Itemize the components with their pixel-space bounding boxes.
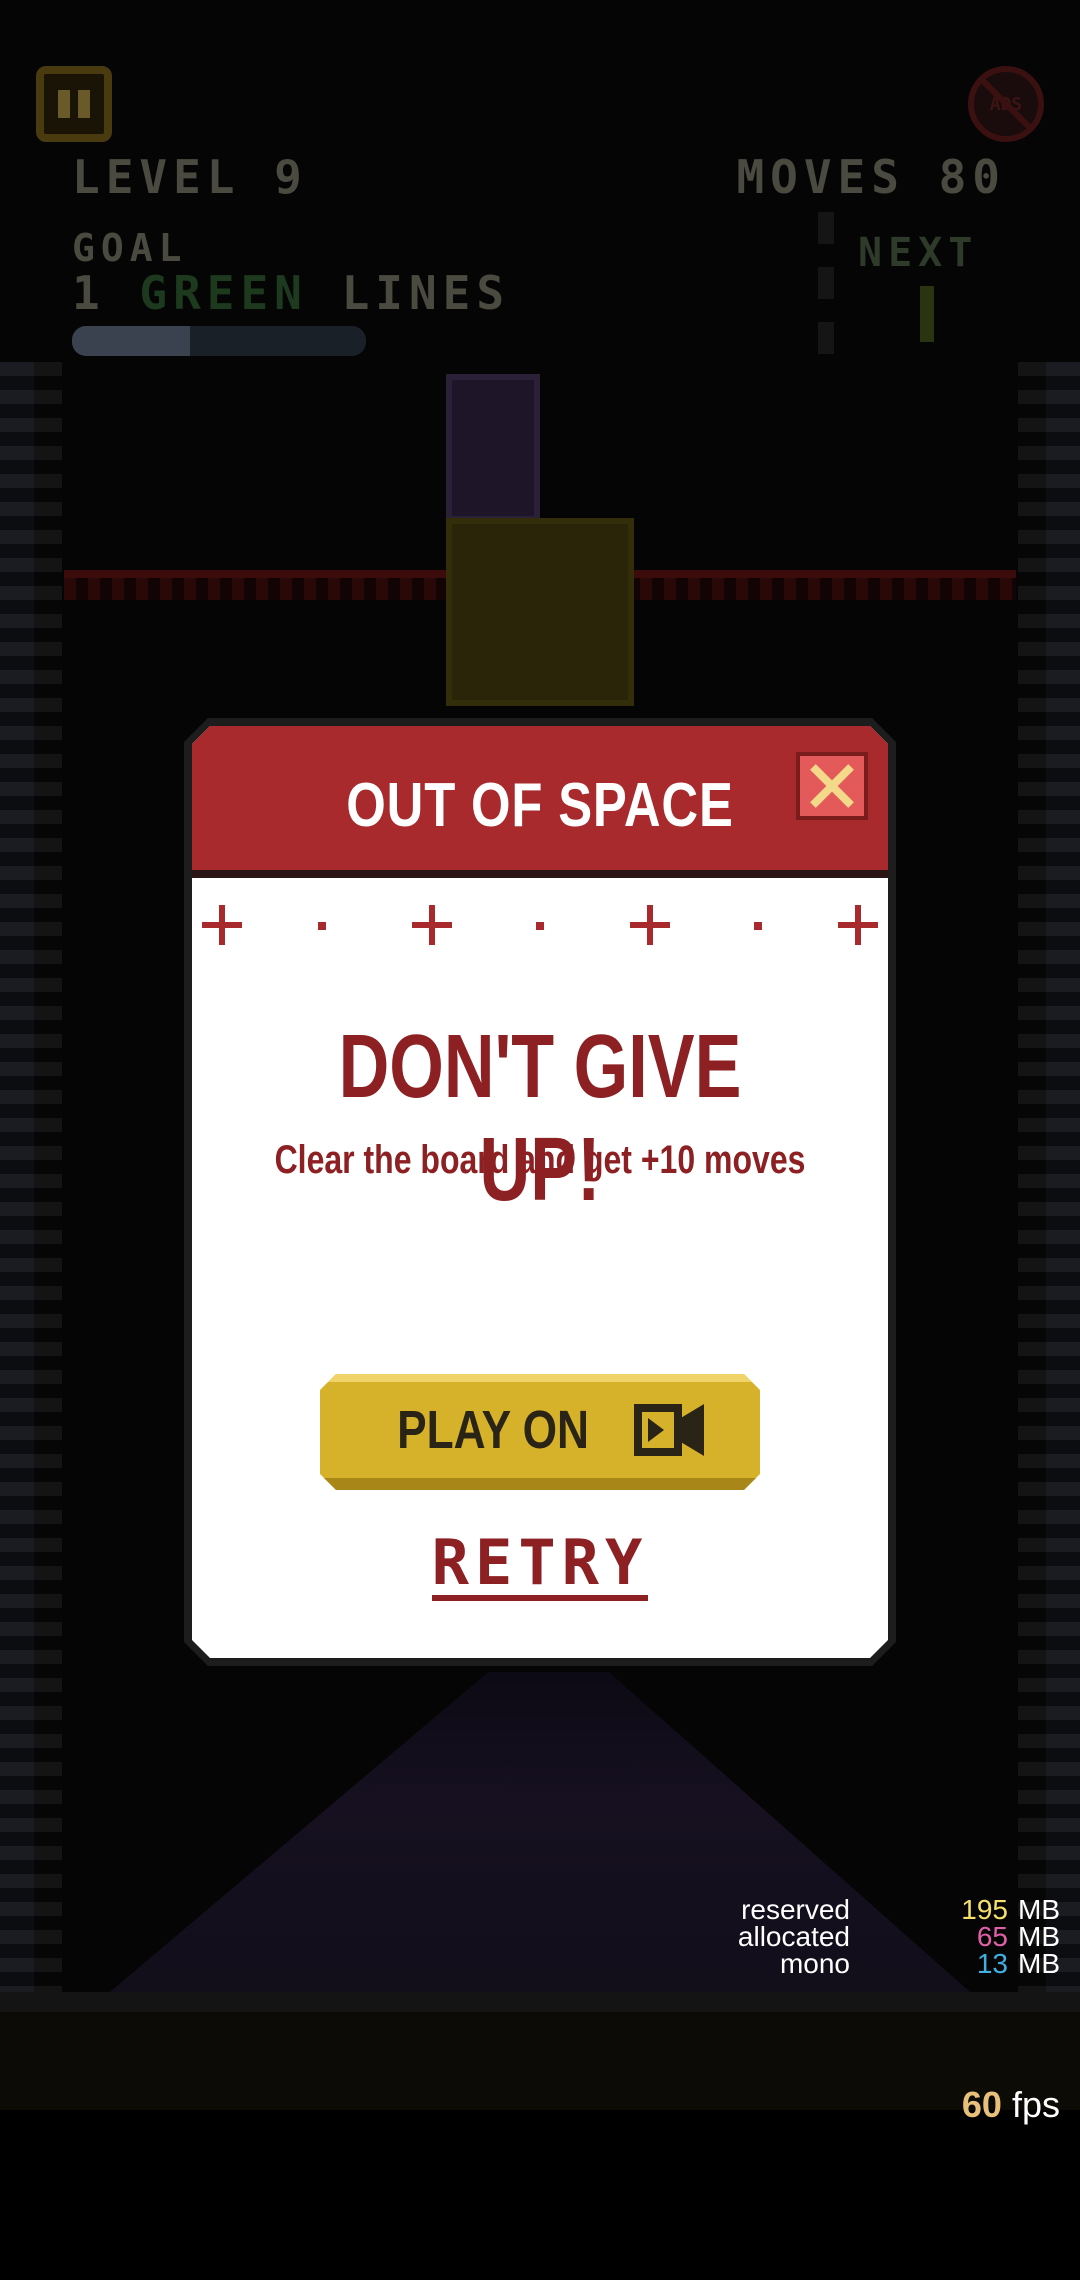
- left-wall: [0, 362, 34, 1992]
- memory-value: 65: [976, 1921, 1008, 1952]
- dialog-title: OUT OF SPACE: [346, 771, 734, 840]
- pause-icon: [78, 90, 90, 118]
- pause-button[interactable]: [36, 66, 112, 142]
- left-inner-edge: [34, 362, 62, 1992]
- goal-description: 1 GREEN LINES: [72, 266, 510, 320]
- dialog-subtitle: Clear the board and get +10 moves: [274, 1138, 806, 1182]
- sparkle-icon: [838, 905, 878, 945]
- retry-button[interactable]: RETRY: [192, 1526, 888, 1601]
- goal-label: GOAL: [72, 226, 188, 270]
- dot-icon: [754, 922, 762, 930]
- memory-unit: MB: [1018, 1948, 1060, 1979]
- no-ads-label: ADS: [989, 93, 1023, 115]
- dialog-heading: DON'T GIVE UP!: [338, 1017, 742, 1220]
- level-label: LEVEL 9: [72, 150, 308, 204]
- dialog-body: OUT OF SPACE DON'T GIVE UP! Clear the bo…: [192, 726, 888, 1658]
- fps-value: 60: [961, 2084, 1002, 2125]
- memory-unit: MB: [1018, 1921, 1060, 1952]
- no-ads-button[interactable]: ADS: [968, 66, 1044, 142]
- memory-label: reserved: [741, 1894, 850, 1925]
- dot-icon: [536, 922, 544, 930]
- retry-label: RETRY: [431, 1526, 649, 1601]
- dot-icon: [318, 922, 326, 930]
- goal-count: 1: [72, 266, 106, 320]
- goal-suffix: LINES: [341, 266, 511, 320]
- play-on-button[interactable]: PLAY ON: [320, 1374, 760, 1490]
- yellow-block: [446, 518, 634, 706]
- memory-label: mono: [779, 1948, 850, 1979]
- memory-stats-overlay: reserved 195 MB allocated 65 MB mono 13 …: [700, 1894, 1060, 1979]
- dialog-header: OUT OF SPACE: [192, 726, 888, 878]
- memory-unit: MB: [1018, 1894, 1060, 1925]
- memory-label: allocated: [737, 1921, 850, 1952]
- play-on-label: PLAY ON: [397, 1400, 589, 1460]
- out-of-space-dialog: OUT OF SPACE DON'T GIVE UP! Clear the bo…: [184, 718, 896, 1666]
- goal-color: GREEN: [139, 266, 308, 320]
- memory-row-allocated: allocated 65 MB: [700, 1921, 1060, 1952]
- pause-icon: [58, 90, 70, 118]
- sparkle-icon: [202, 905, 242, 945]
- memory-row-mono: mono 13 MB: [700, 1948, 1060, 1979]
- next-piece-preview: [920, 286, 934, 342]
- close-icon[interactable]: [796, 752, 868, 820]
- video-camera-icon: [634, 1404, 705, 1456]
- decorative-divider: [192, 898, 888, 952]
- memory-row-reserved: reserved 195 MB: [700, 1894, 1060, 1925]
- sparkle-icon: [412, 905, 452, 945]
- right-inner-edge: [1018, 362, 1046, 1992]
- sparkle-icon: [630, 905, 670, 945]
- memory-value: 195: [961, 1894, 1008, 1925]
- memory-value: 13: [976, 1948, 1008, 1979]
- goal-progress-fill: [72, 326, 190, 356]
- purple-block: [446, 374, 540, 522]
- right-wall: [1046, 362, 1080, 1992]
- ground-floor: [0, 1992, 1080, 2110]
- fps-counter: 60 fps: [962, 2084, 1060, 2126]
- moves-counter: MOVES 80: [736, 150, 1006, 204]
- next-label: NEXT: [858, 230, 979, 276]
- fps-unit: fps: [1011, 2084, 1060, 2125]
- goal-progress-bar: [72, 326, 366, 356]
